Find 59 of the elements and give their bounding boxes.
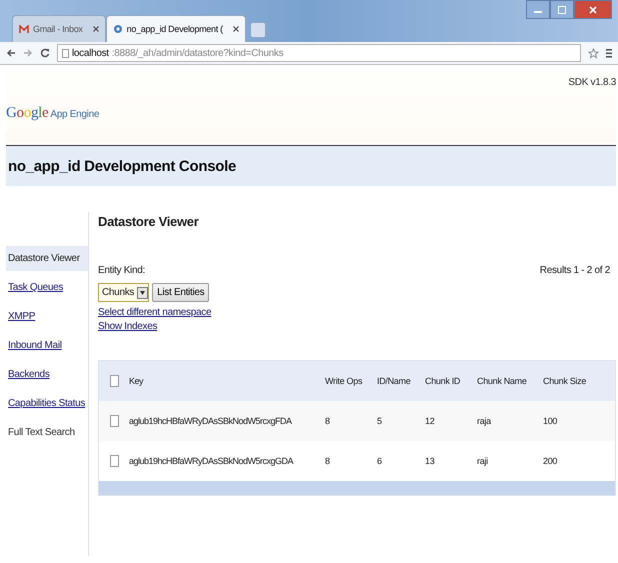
sidebar-item[interactable]: Inbound Mail [6, 333, 88, 358]
table-cell-text: aglub19hcHBfaWRyDAsSBkNodW5rcxgGDA [129, 456, 294, 466]
back-icon[interactable] [6, 48, 16, 58]
column-header[interactable]: Chunk Size [543, 376, 593, 386]
address-bar[interactable]: localhost :8888/_ah/admin/datastore?kind=Chunks [57, 44, 581, 62]
checkbox[interactable] [110, 415, 118, 427]
page-icon [62, 48, 69, 58]
checkbox[interactable] [110, 455, 118, 467]
column-header[interactable]: Write Ops [325, 376, 377, 386]
table-cell-text: 8 [325, 416, 331, 426]
table-cell-text: 6 [377, 456, 383, 466]
menu-icon[interactable] [606, 48, 612, 58]
column-header[interactable]: Key [129, 376, 325, 386]
sidebar-item[interactable]: Backends [6, 362, 88, 387]
table-cell-text: 8 [325, 456, 331, 466]
app-engine-logo: GoogleApp Engine [6, 105, 100, 122]
column-header[interactable]: Chunk Name [477, 376, 543, 386]
maximize-icon [558, 6, 566, 14]
table-cell-text: 5 [377, 416, 383, 426]
browser-tab[interactable]: no_app_id Development ( [106, 15, 246, 42]
sidebar-item[interactable]: Capabilities Status [6, 391, 88, 416]
sidebar-item[interactable]: Datastore Viewer [6, 246, 88, 271]
minimize-button[interactable] [526, 0, 550, 19]
close-icon [589, 6, 597, 14]
sidebar-item[interactable]: Task Queues [6, 275, 88, 300]
reload-icon[interactable] [40, 48, 50, 58]
kind-dropdown[interactable]: Chunks [98, 283, 150, 302]
table-cell-text: aglub19hcHBfaWRyDAsSBkNodW5rcxgFDA [129, 416, 293, 426]
forward-icon[interactable] [23, 48, 33, 58]
text-link[interactable]: Show Indexes [98, 321, 212, 332]
tab-title: Gmail - Inbox [33, 24, 83, 34]
caret-icon [140, 290, 146, 294]
close-icon[interactable] [232, 26, 239, 32]
sidebar-item[interactable]: XMPP [6, 304, 88, 329]
sdk-version: SDK v1.8.3 [568, 77, 616, 88]
table-cell-text: 13 [425, 456, 436, 466]
column-header[interactable]: ID/Name [377, 376, 425, 386]
table-cell-text: 12 [425, 416, 436, 426]
text-link[interactable]: Select different namespace [98, 307, 212, 318]
engine-icon [112, 24, 123, 34]
table-cell-text: raji [477, 456, 489, 466]
table-cell-text: 100 [543, 416, 558, 426]
maximize-button[interactable] [550, 0, 574, 19]
column-header[interactable]: Chunk ID [425, 376, 477, 386]
browser-tab[interactable]: Gmail - Inbox [12, 15, 106, 42]
mail-icon [19, 24, 29, 34]
console-title: no_app_id Development Console [8, 158, 236, 174]
close-button[interactable] [574, 0, 612, 19]
table-cell-text: 200 [543, 456, 558, 466]
sidebar-item[interactable]: Full Text Search [6, 420, 88, 445]
list-entities-button[interactable]: List Entities [152, 283, 210, 302]
close-icon[interactable] [92, 26, 99, 32]
tab-title: no_app_id Development ( [126, 24, 223, 34]
section-heading: Datastore Viewer [98, 213, 200, 229]
results-count: Results 1 - 2 of 2 [540, 265, 610, 278]
checkbox[interactable] [110, 375, 118, 387]
star-icon[interactable] [588, 48, 599, 58]
entity-kind-label: Entity Kind: [98, 265, 146, 276]
table-cell-text: raja [477, 416, 492, 426]
